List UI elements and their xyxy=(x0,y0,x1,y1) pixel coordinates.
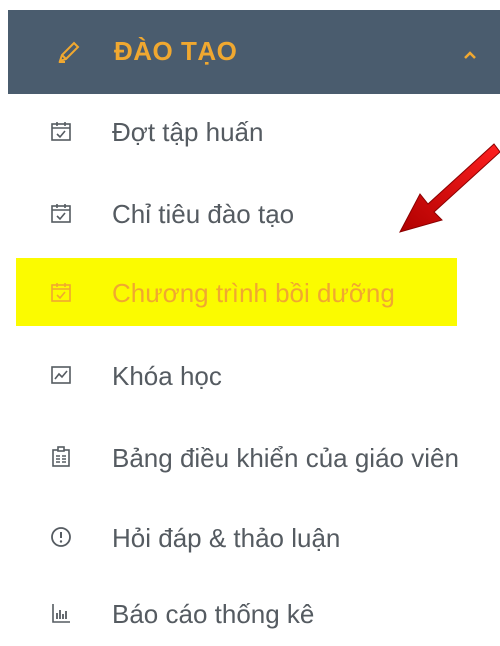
menu-item-label: Chương trình bồi dưỡng xyxy=(112,278,395,308)
chevron-up-icon[interactable] xyxy=(463,50,477,60)
menu-item-label: Khóa học xyxy=(112,361,222,391)
section-header-dao-tao[interactable]: ĐÀO TẠO xyxy=(8,10,500,94)
annotation-arrow xyxy=(399,143,500,233)
menu-item-khoa-hoc[interactable]: Khóa học xyxy=(0,342,500,408)
menu-item-hoi-dap[interactable]: Hỏi đáp & thảo luận xyxy=(0,504,500,570)
chart-line-icon xyxy=(51,366,71,384)
menu-item-label: Hỏi đáp & thảo luận xyxy=(112,523,341,553)
menu-item-label: Chỉ tiêu đào tạo xyxy=(112,199,295,229)
bar-chart-icon xyxy=(52,604,70,623)
section-title: ĐÀO TẠO xyxy=(114,36,238,66)
alert-circle-icon xyxy=(51,527,71,547)
calendar-check-icon xyxy=(51,283,71,302)
menu-item-chuong-trinh-boi-duong[interactable]: Chương trình bồi dưỡng xyxy=(0,258,500,326)
pencil-icon xyxy=(58,41,80,63)
menu-item-bang-dieu-khien[interactable]: Bảng điều khiển của giáo viên xyxy=(0,424,500,490)
menu-item-bao-cao-thong-ke[interactable]: Báo cáo thống kê xyxy=(0,580,500,646)
calendar-check-icon xyxy=(51,204,71,223)
menu-item-label: Đợt tập huấn xyxy=(112,117,264,147)
menu-item-label: Báo cáo thống kê xyxy=(112,599,315,629)
calendar-check-icon xyxy=(51,122,71,141)
menu-item-label: Bảng điều khiển của giáo viên xyxy=(112,443,459,473)
id-card-icon xyxy=(52,446,70,467)
